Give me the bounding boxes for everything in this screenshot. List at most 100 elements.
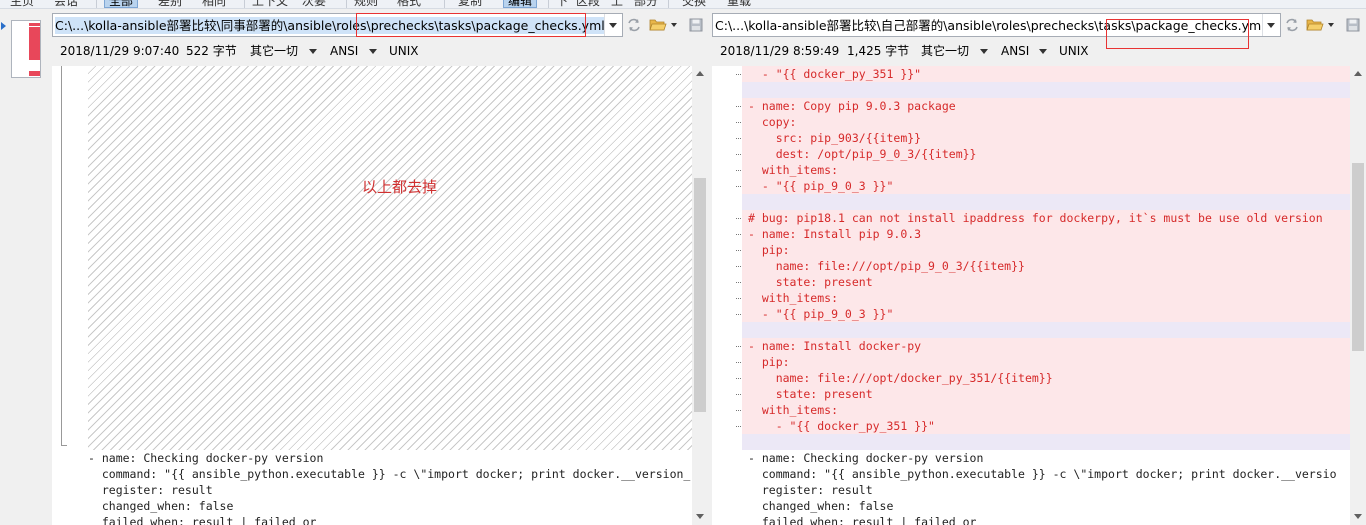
- thumbnail-pointer-icon: [1, 22, 6, 30]
- code-line: register: result: [82, 482, 690, 498]
- right-editor-pane[interactable]: - "{{ docker_py_351 }}" - name: Copy pip …: [712, 66, 1366, 525]
- toolbar-button[interactable]: 规则: [354, 0, 378, 8]
- left-line-ending[interactable]: UNIX: [389, 42, 419, 60]
- toolbar-separator: [668, 0, 669, 8]
- diff-line: pip:: [742, 242, 1350, 258]
- thumbnail-diff-block: [29, 27, 40, 60]
- toolbar-button[interactable]: 重载: [727, 0, 751, 8]
- left-file-date: 2018/11/29 9:07:40: [60, 44, 180, 58]
- toolbar-button[interactable]: 区段: [576, 0, 600, 8]
- toolbar-button[interactable]: 会话: [54, 0, 78, 8]
- right-vertical-scrollbar[interactable]: [1350, 66, 1366, 525]
- folder-dropdown-icon[interactable]: [671, 23, 677, 27]
- toolbar-button[interactable]: 格式: [397, 0, 421, 8]
- right-scroll-thumb[interactable]: [1352, 163, 1364, 351]
- left-path-dropdown-button[interactable]: [604, 14, 622, 36]
- folder-dropdown-icon[interactable]: [1328, 23, 1334, 27]
- code-line: - name: Checking docker-py version: [82, 450, 690, 466]
- diff-blank-line: [742, 82, 1350, 98]
- code-line: failed_when: result | failed or: [82, 514, 690, 525]
- right-eol-mode[interactable]: 其它一切: [921, 42, 969, 60]
- left-filename-highlight-box: [356, 13, 586, 37]
- toolbar-button[interactable]: 上: [611, 0, 623, 8]
- code-line: changed_when: false: [82, 498, 690, 514]
- left-encoding[interactable]: ANSI: [330, 42, 358, 60]
- toolbar-separator: [346, 0, 347, 8]
- diff-line: dest: /opt/pip_9_0_3/{{item}}: [742, 146, 1350, 162]
- diff-line-marker: [736, 362, 741, 363]
- right-encoding[interactable]: ANSI: [1001, 42, 1029, 60]
- open-folder-icon[interactable]: [649, 18, 667, 32]
- chevron-down-icon: [1267, 23, 1275, 28]
- reload-icon[interactable]: [626, 17, 642, 33]
- left-eol-mode[interactable]: 其它一切: [250, 42, 298, 60]
- diff-line: with_items:: [742, 402, 1350, 418]
- diff-line-marker: [736, 74, 741, 75]
- chevron-down-icon[interactable]: [369, 49, 377, 54]
- left-file-size: 522 字节: [186, 44, 237, 58]
- diff-line-marker: [736, 394, 741, 395]
- toolbar-button[interactable]: 上下文: [252, 0, 288, 8]
- left-vertical-scrollbar[interactable]: [692, 66, 708, 525]
- diff-line-marker: [736, 170, 741, 171]
- diff-blank-line: [742, 194, 1350, 210]
- diff-line-marker: [736, 282, 741, 283]
- toolbar-button[interactable]: 下: [556, 0, 568, 8]
- left-path-prefix: C:\...\kolla-ansible部署比较\同事部署的\ansible\r…: [55, 18, 371, 33]
- toolbar-button[interactable]: 交换: [682, 0, 706, 8]
- scroll-down-icon[interactable]: [1354, 514, 1362, 519]
- reload-icon[interactable]: [1284, 17, 1300, 33]
- left-file-info-bar: 2018/11/29 9:07:40 522 字节 其它一切 ANSI UNIX: [52, 42, 702, 60]
- chevron-down-icon[interactable]: [1039, 49, 1047, 54]
- thumbnail-diff-block: [29, 23, 40, 26]
- diff-line: with_items:: [742, 290, 1350, 306]
- diff-thumbnail[interactable]: [11, 20, 41, 78]
- diff-line-marker: [736, 186, 741, 187]
- right-path-prefix: C:\...\kolla-ansible部署比较\自己部署的\ansible\r…: [715, 18, 1132, 33]
- toolbar-button[interactable]: 次要: [302, 0, 326, 8]
- chevron-down-icon[interactable]: [309, 49, 317, 54]
- code-line: changed_when: false: [742, 498, 1350, 514]
- diff-line: state: present: [742, 386, 1350, 402]
- toolbar-separator: [244, 0, 245, 8]
- diff-line-marker: [736, 234, 741, 235]
- diff-line: - name: Copy pip 9.0.3 package: [742, 98, 1350, 114]
- missing-content-hatch: [88, 66, 692, 450]
- save-icon[interactable]: [689, 18, 703, 32]
- diff-line-marker: [736, 250, 741, 251]
- toolbar-button[interactable]: 编辑: [503, 0, 538, 8]
- diff-line-marker: [736, 298, 741, 299]
- scroll-up-icon[interactable]: [696, 71, 704, 76]
- toolbar-button[interactable]: 全部: [104, 0, 139, 8]
- toolbar-separator: [96, 0, 97, 8]
- toolbar-button[interactable]: 相同: [202, 0, 226, 8]
- diff-line: with_items:: [742, 162, 1350, 178]
- toolbar-button[interactable]: 主页: [10, 0, 34, 8]
- code-line: register: result: [742, 482, 1350, 498]
- right-line-ending[interactable]: UNIX: [1059, 42, 1089, 60]
- diff-line-marker: [736, 426, 741, 427]
- right-file-info-bar: 2018/11/29 8:59:49 1,425 字节 其它一切 ANSI UN…: [712, 42, 1362, 60]
- diff-line: pip:: [742, 354, 1350, 370]
- left-editor-pane[interactable]: 以上都去掉 - name: Checking docker-py version…: [52, 66, 708, 525]
- code-line: command: "{{ ansible_python.executable }…: [82, 466, 690, 482]
- right-path-dropdown-button[interactable]: [1262, 14, 1280, 36]
- annotation-note: 以上都去掉: [362, 178, 438, 196]
- code-line: - name: Checking docker-py version: [742, 450, 1350, 466]
- thumbnail-diff-block: [29, 71, 40, 76]
- diff-line-marker: [736, 218, 741, 219]
- toolbar-button[interactable]: 部分: [634, 0, 658, 8]
- diff-line-marker: [736, 410, 741, 411]
- toolbar-button[interactable]: 差别: [158, 0, 182, 8]
- scroll-down-icon[interactable]: [696, 514, 704, 519]
- diff-line: - "{{ docker_py_351 }}": [742, 418, 1350, 434]
- open-folder-icon[interactable]: [1306, 18, 1324, 32]
- diff-line: - "{{ pip_9_0_3 }}": [742, 178, 1350, 194]
- save-icon[interactable]: [1346, 18, 1360, 32]
- diff-line: copy:: [742, 114, 1350, 130]
- chevron-down-icon[interactable]: [980, 49, 988, 54]
- scroll-up-icon[interactable]: [1354, 71, 1362, 76]
- toolbar-button[interactable]: 复制: [458, 0, 482, 8]
- left-scroll-thumb[interactable]: [694, 178, 706, 412]
- diff-line: - "{{ pip_9_0_3 }}": [742, 306, 1350, 322]
